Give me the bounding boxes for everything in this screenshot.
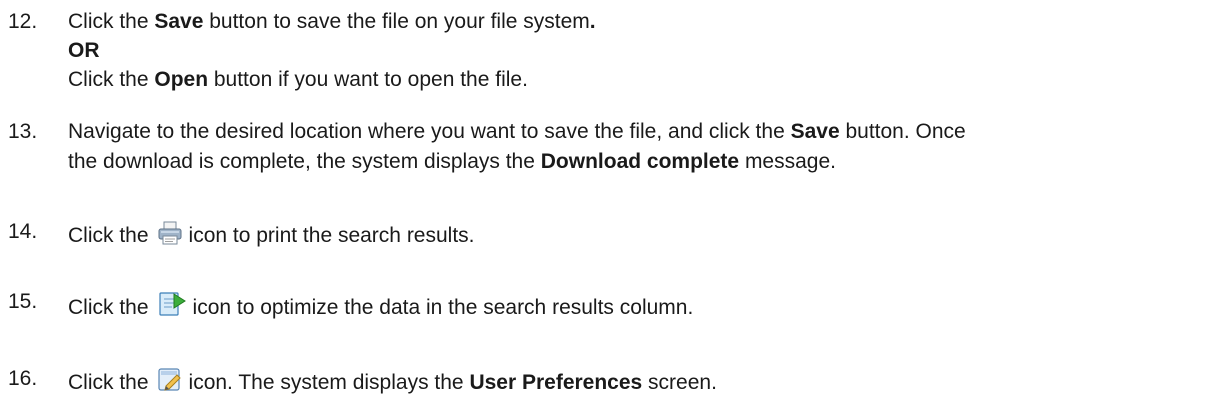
printer-icon: [157, 220, 183, 252]
optimize-data-icon: [157, 290, 187, 324]
step-13-line-2: the download is complete, the system dis…: [68, 150, 836, 173]
user-preferences-label: User Preferences: [469, 371, 643, 394]
download-complete-label: Download complete: [540, 150, 740, 173]
step-number: 16.: [8, 367, 38, 390]
step-number: 15.: [8, 290, 38, 313]
step-12-line-1: Click the Save button to save the file o…: [68, 10, 596, 33]
save-label: Save: [790, 120, 840, 143]
open-label: Open: [154, 68, 209, 91]
step-number: 14.: [8, 220, 38, 243]
save-label: Save: [154, 10, 204, 33]
step-number: 13.: [8, 120, 38, 143]
user-preferences-edit-icon: [157, 367, 183, 399]
step-number: 12.: [8, 10, 38, 33]
step-13-line-1: Navigate to the desired location where y…: [68, 120, 966, 143]
or-label: OR: [68, 39, 100, 62]
step-12-line-3: Click the Open button if you want to ope…: [68, 68, 528, 91]
